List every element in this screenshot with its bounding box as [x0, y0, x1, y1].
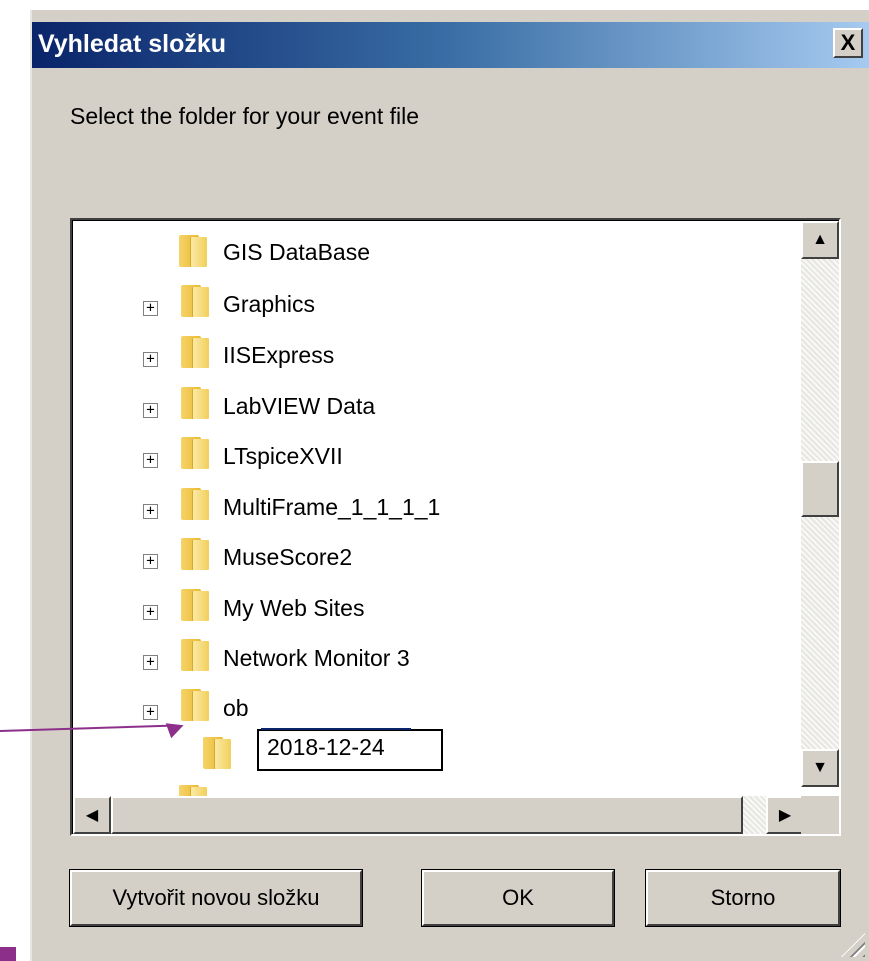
- folder-tree-view: GIS DataBase + Graphics + IISExpress + L…: [72, 220, 839, 834]
- scroll-down-button[interactable]: ▼: [801, 749, 839, 787]
- expand-icon[interactable]: +: [143, 453, 158, 468]
- tree-item-my-web-sites[interactable]: My Web Sites: [223, 595, 364, 622]
- expand-icon[interactable]: +: [143, 301, 158, 316]
- tree-item-labview-data[interactable]: LabVIEW Data: [223, 393, 375, 420]
- scroll-up-button[interactable]: ▲: [801, 221, 839, 259]
- text-selection-highlight: [261, 728, 411, 730]
- scrollbar-corner: [801, 796, 839, 834]
- folder-icon: [181, 587, 211, 621]
- vertical-scrollbar[interactable]: ▲ ▼: [801, 221, 839, 787]
- tree-item-multiframe[interactable]: MultiFrame_1_1_1_1: [223, 494, 440, 521]
- new-folder-button[interactable]: Vytvořit novou složku: [69, 869, 363, 927]
- expand-icon[interactable]: +: [143, 504, 158, 519]
- close-button[interactable]: X: [833, 28, 863, 58]
- folder-browser-dialog: Vyhledat složku X Select the folder for …: [30, 10, 869, 961]
- tree-item-network-monitor-3[interactable]: Network Monitor 3: [223, 645, 410, 672]
- arrow-up-icon: ▲: [812, 231, 828, 248]
- expand-icon[interactable]: +: [143, 352, 158, 367]
- scroll-left-button[interactable]: ◀: [73, 796, 111, 834]
- vertical-scroll-thumb[interactable]: [801, 461, 839, 517]
- folder-icon: [181, 536, 211, 570]
- folder-name-edit[interactable]: 2018-12-24: [257, 728, 443, 771]
- folder-icon: [181, 283, 211, 317]
- ok-button[interactable]: OK: [421, 869, 615, 927]
- arrow-left-icon: ◀: [85, 807, 99, 824]
- folder-icon: [181, 687, 211, 721]
- resize-grip-icon[interactable]: [841, 933, 865, 957]
- tree-item-graphics[interactable]: Graphics: [223, 291, 315, 318]
- arrow-right-icon: ▶: [778, 807, 792, 824]
- folder-tree[interactable]: GIS DataBase + Graphics + IISExpress + L…: [70, 218, 841, 836]
- expand-icon[interactable]: +: [143, 655, 158, 670]
- folder-icon: [181, 435, 211, 469]
- folder-icon: [181, 637, 211, 671]
- dialog-prompt: Select the folder for your event file: [70, 103, 420, 129]
- expand-icon[interactable]: +: [143, 554, 158, 569]
- arrow-down-icon: ▼: [812, 759, 828, 776]
- tree-item-musescore2[interactable]: MuseScore2: [223, 544, 352, 571]
- expand-icon[interactable]: +: [143, 403, 158, 418]
- folder-icon: [181, 334, 211, 368]
- expand-icon[interactable]: +: [143, 605, 158, 620]
- annotation-accent-block: [0, 947, 16, 961]
- title-bar[interactable]: Vyhledat složku X: [32, 22, 869, 68]
- tree-item-ob[interactable]: ob: [223, 695, 249, 722]
- scroll-right-button[interactable]: ▶: [766, 796, 804, 834]
- horizontal-scroll-thumb[interactable]: [111, 796, 743, 834]
- tree-item-iisexpress[interactable]: IISExpress: [223, 342, 334, 369]
- folder-icon: [179, 233, 209, 267]
- folder-icon: [181, 385, 211, 419]
- folder-name-input-text: 2018-12-24: [267, 734, 385, 760]
- tree-item-gis-database[interactable]: GIS DataBase: [223, 239, 370, 266]
- close-icon: X: [840, 30, 856, 55]
- folder-icon: [181, 486, 211, 520]
- tree-item-ltspicexvii[interactable]: LTspiceXVII: [223, 443, 343, 470]
- cancel-button[interactable]: Storno: [645, 869, 841, 927]
- dialog-title: Vyhledat složku: [38, 30, 227, 58]
- horizontal-scrollbar[interactable]: ◀ ▶: [73, 796, 804, 834]
- new-folder-icon: [203, 735, 233, 769]
- expand-icon[interactable]: +: [143, 705, 158, 720]
